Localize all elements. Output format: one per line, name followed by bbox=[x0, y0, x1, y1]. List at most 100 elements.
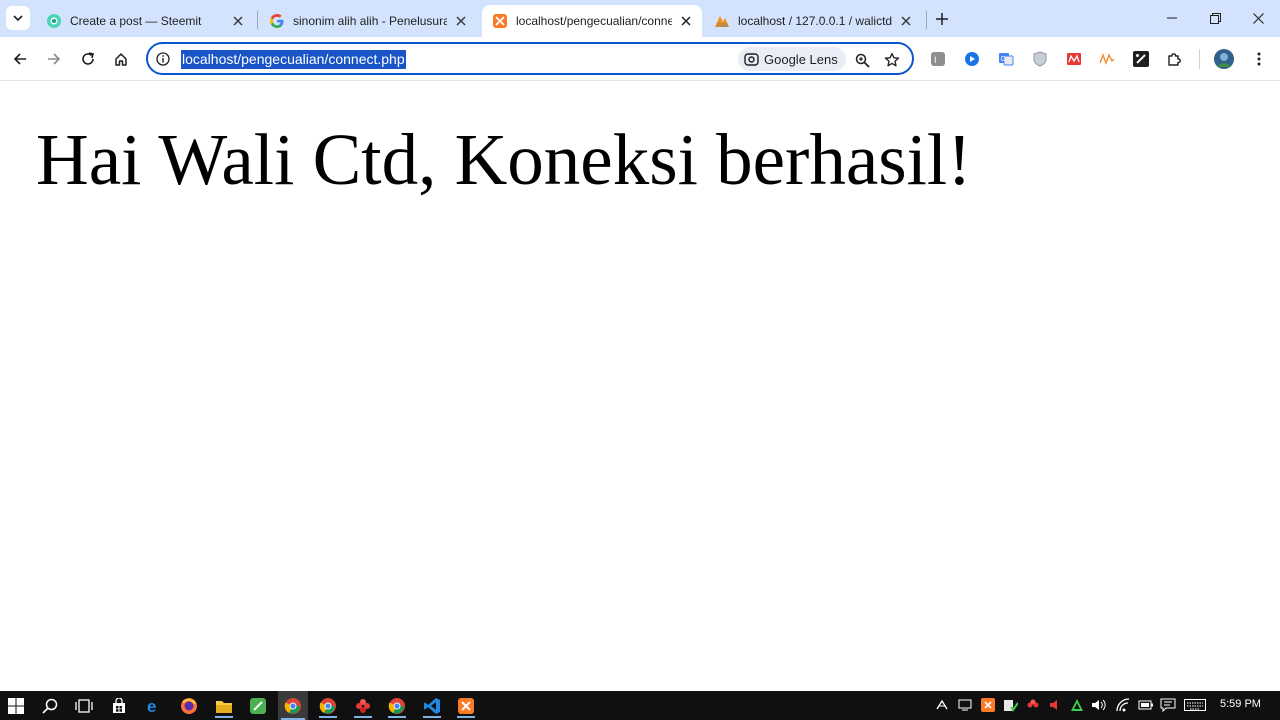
minimize-icon bbox=[1167, 17, 1177, 19]
arrow-left-icon bbox=[13, 53, 26, 65]
tab-title: localhost / 127.0.0.1 / walictd | phpMyA… bbox=[738, 14, 892, 28]
windows-taskbar: e 5:59 PM bbox=[0, 691, 1280, 720]
tab-localhost-connect[interactable]: localhost/pengecualian/connect.php bbox=[482, 5, 702, 37]
chevron-down-icon bbox=[13, 15, 23, 22]
phpmyadmin-icon: PMA bbox=[714, 13, 730, 29]
tray-icon-monitor[interactable] bbox=[957, 697, 973, 713]
active-indicator bbox=[388, 716, 406, 718]
extension-blue-play-icon[interactable] bbox=[962, 49, 982, 69]
back-button[interactable] bbox=[6, 45, 34, 73]
bookmark-star-icon[interactable] bbox=[881, 49, 903, 71]
home-button[interactable] bbox=[107, 45, 135, 73]
extension-pen-icon[interactable] bbox=[1131, 49, 1151, 69]
minimize-button[interactable] bbox=[1152, 4, 1192, 32]
page-heading: Hai Wali Ctd, Koneksi berhasil! bbox=[36, 119, 972, 200]
restore-button[interactable] bbox=[1195, 4, 1235, 32]
tab-search-button[interactable] bbox=[6, 6, 30, 30]
puzzle-extensions-icon[interactable] bbox=[1165, 49, 1185, 69]
edge-icon: e bbox=[147, 697, 156, 715]
xampp-icon bbox=[492, 13, 508, 29]
forward-button[interactable] bbox=[40, 45, 68, 73]
green-app-icon bbox=[250, 698, 266, 714]
xampp-icon bbox=[458, 698, 474, 714]
taskbar-store[interactable] bbox=[107, 694, 131, 718]
store-icon bbox=[113, 698, 125, 713]
taskbar-chrome-active[interactable] bbox=[278, 691, 308, 720]
volume-icon[interactable] bbox=[1091, 697, 1107, 713]
lens-icon bbox=[744, 52, 759, 67]
tab-title: Create a post — Steemit bbox=[70, 14, 202, 28]
taskbar-chrome-2[interactable] bbox=[316, 694, 340, 718]
google-lens-label: Google Lens bbox=[764, 51, 838, 67]
taskbar-game-app[interactable] bbox=[351, 694, 375, 718]
taskbar-chrome-3[interactable] bbox=[385, 694, 409, 718]
new-tab-button[interactable] bbox=[930, 7, 954, 31]
tray-icon-arrows[interactable] bbox=[934, 697, 950, 713]
close-icon[interactable] bbox=[898, 13, 914, 29]
search-button[interactable] bbox=[38, 694, 62, 718]
chrome-icon bbox=[319, 698, 336, 714]
menu-icon[interactable] bbox=[1249, 49, 1269, 69]
plus-icon bbox=[936, 13, 948, 25]
close-icon[interactable] bbox=[678, 13, 694, 29]
taskbar-file-explorer[interactable] bbox=[212, 694, 236, 718]
profile-avatar[interactable] bbox=[1214, 49, 1234, 69]
wifi-icon[interactable] bbox=[1115, 697, 1131, 713]
svg-text:PMA: PMA bbox=[717, 23, 729, 29]
red-game-icon bbox=[356, 699, 370, 713]
active-indicator bbox=[215, 716, 233, 718]
taskbar-clock[interactable]: 5:59 PM bbox=[1220, 698, 1261, 710]
google-icon bbox=[269, 13, 285, 29]
keyboard-icon[interactable] bbox=[1184, 697, 1206, 713]
restore-icon bbox=[1209, 12, 1221, 24]
taskbar-edge[interactable]: e bbox=[142, 694, 166, 718]
tab-title: sinonim alih alih - Penelusuran Google bbox=[293, 14, 447, 28]
tab-google-search[interactable]: sinonim alih alih - Penelusuran Google bbox=[259, 5, 477, 37]
vscode-icon bbox=[424, 698, 440, 714]
browser-toolbar: localhost/pengecualian/connect.php Googl… bbox=[0, 37, 1280, 81]
reload-button[interactable] bbox=[74, 45, 102, 73]
firefox-icon bbox=[181, 698, 197, 714]
battery-icon[interactable] bbox=[1138, 697, 1154, 713]
tab-separator bbox=[926, 11, 927, 29]
start-button[interactable] bbox=[4, 694, 28, 718]
svg-text:I: I bbox=[934, 55, 937, 65]
close-window-button[interactable] bbox=[1238, 4, 1278, 32]
tray-icon-red-app[interactable] bbox=[1025, 697, 1041, 713]
active-indicator bbox=[457, 716, 475, 718]
taskbar-firefox[interactable] bbox=[177, 694, 201, 718]
url-text[interactable]: localhost/pengecualian/connect.php bbox=[181, 50, 406, 69]
tray-icon-xampp[interactable] bbox=[980, 697, 996, 713]
active-indicator bbox=[319, 716, 337, 718]
close-icon[interactable] bbox=[230, 13, 246, 29]
task-view-button[interactable] bbox=[72, 694, 96, 718]
zoom-icon[interactable] bbox=[851, 49, 873, 71]
shield-icon[interactable] bbox=[1030, 49, 1050, 69]
site-info-icon[interactable] bbox=[154, 50, 172, 68]
svg-text:G: G bbox=[1001, 56, 1006, 63]
google-lens-button[interactable]: Google Lens bbox=[738, 47, 846, 71]
taskbar-notepadpp[interactable] bbox=[246, 694, 270, 718]
tab-separator bbox=[257, 11, 258, 29]
notification-icon[interactable] bbox=[1160, 697, 1176, 713]
chrome-icon bbox=[284, 697, 301, 714]
taskbar-vscode[interactable] bbox=[420, 694, 444, 718]
reload-icon bbox=[82, 52, 94, 65]
tray-icon-speaker-red[interactable] bbox=[1047, 697, 1063, 713]
taskbar-xampp[interactable] bbox=[454, 694, 478, 718]
page-viewport: Hai Wali Ctd, Koneksi berhasil! bbox=[0, 82, 1280, 691]
extension-signature-icon[interactable] bbox=[1097, 49, 1117, 69]
google-translate-icon[interactable]: G bbox=[996, 49, 1016, 69]
tray-icon-green-check[interactable] bbox=[1003, 697, 1019, 713]
tab-steemit[interactable]: Create a post — Steemit bbox=[36, 5, 254, 37]
address-bar[interactable]: localhost/pengecualian/connect.php Googl… bbox=[146, 42, 914, 75]
tray-icon-green-triangle[interactable] bbox=[1069, 697, 1085, 713]
tab-phpmyadmin[interactable]: PMA localhost / 127.0.0.1 / walictd | ph… bbox=[704, 5, 922, 37]
extension-red-icon[interactable] bbox=[1064, 49, 1084, 69]
extension-image-icon[interactable]: I bbox=[928, 49, 948, 69]
close-icon[interactable] bbox=[453, 13, 469, 29]
tab-strip: Create a post — Steemit sinonim alih ali… bbox=[0, 0, 1280, 37]
toolbar-separator bbox=[1199, 49, 1200, 69]
chrome-icon bbox=[388, 698, 405, 714]
windows-icon bbox=[8, 698, 24, 714]
